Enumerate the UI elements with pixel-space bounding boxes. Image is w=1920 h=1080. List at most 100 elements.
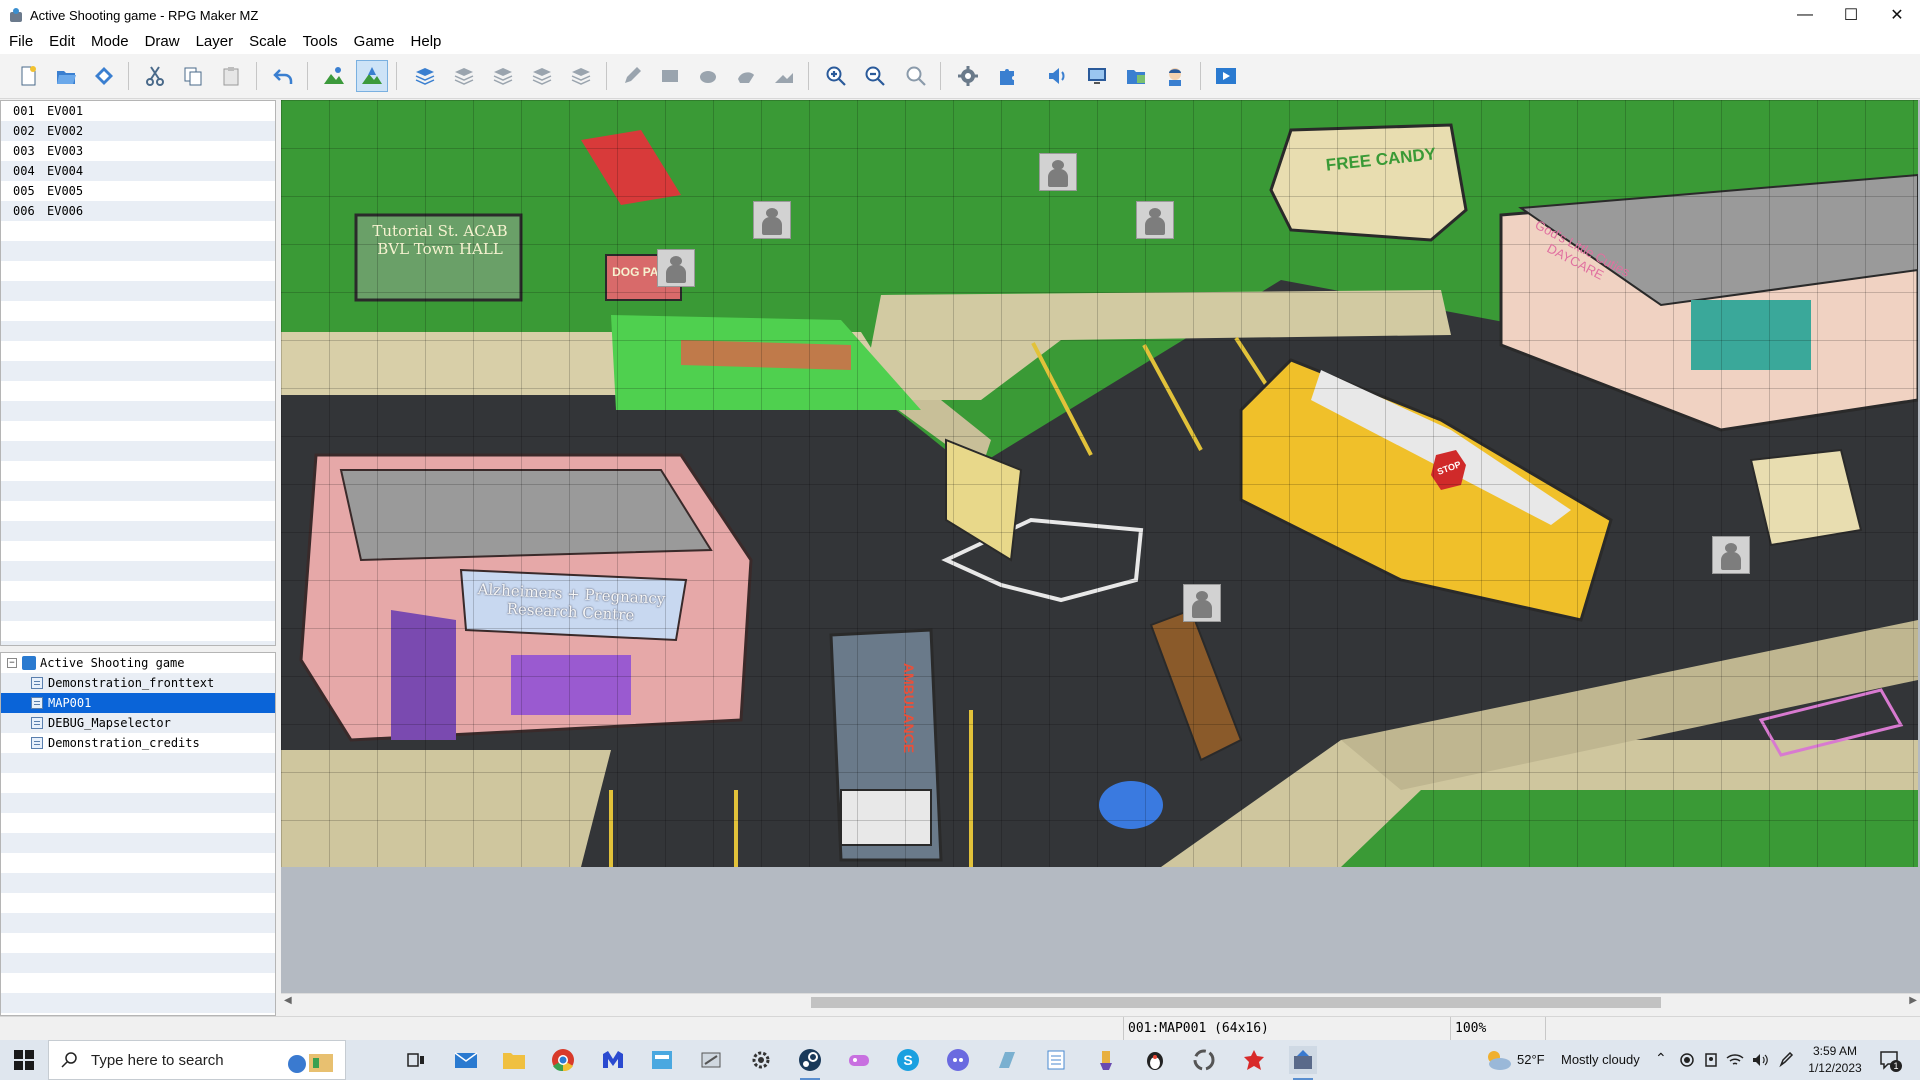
plugin-manager-button[interactable] xyxy=(991,60,1023,92)
clock-time[interactable]: 3:59 AM xyxy=(1810,1044,1860,1058)
event-marker[interactable] xyxy=(753,201,791,239)
event-mode-button[interactable] xyxy=(356,60,388,92)
weather-description[interactable]: Mostly cloudy xyxy=(1561,1052,1640,1067)
tray-record-icon[interactable] xyxy=(1679,1052,1695,1068)
menu-edit[interactable]: Edit xyxy=(41,30,83,54)
flood-fill-tool-button[interactable] xyxy=(730,60,762,92)
menu-help[interactable]: Help xyxy=(403,30,450,54)
menu-tools[interactable]: Tools xyxy=(295,30,346,54)
taskbar-search-box[interactable]: Type here to search xyxy=(48,1040,346,1080)
layer-3-button[interactable] xyxy=(487,60,519,92)
minimize-button[interactable]: — xyxy=(1782,0,1828,30)
taskbar-game-app[interactable] xyxy=(845,1046,873,1074)
tray-overflow-chevron-icon[interactable]: ⌃ xyxy=(1655,1050,1667,1067)
pencil-tool-button[interactable] xyxy=(616,60,648,92)
taskbar-paint-app[interactable] xyxy=(1092,1046,1120,1074)
layer-auto-button[interactable] xyxy=(565,60,597,92)
playtest-button[interactable] xyxy=(1210,60,1242,92)
event-list-item[interactable]: 006 EV006 xyxy=(13,201,83,221)
map-tree-item[interactable]: DEBUG_Mapselector xyxy=(1,713,275,733)
maximize-button[interactable]: ☐ xyxy=(1828,0,1874,30)
taskbar-settings[interactable] xyxy=(747,1046,775,1074)
clock-date[interactable]: 1/12/2023 xyxy=(1805,1061,1865,1075)
taskbar-mail[interactable] xyxy=(452,1046,480,1074)
map-editor-area[interactable]: Tutorial St. ACAB BVL Town HALL DOG PARK… xyxy=(281,100,1920,1011)
taskbar-rpg-maker[interactable] xyxy=(1289,1046,1317,1080)
scroll-left-icon[interactable]: ◀ xyxy=(284,995,292,1006)
taskbar-skype[interactable]: S xyxy=(894,1046,922,1074)
weather-temperature[interactable]: 52°F xyxy=(1517,1052,1545,1067)
zoom-out-button[interactable] xyxy=(859,60,891,92)
horizontal-scrollbar[interactable]: ◀ ▶ xyxy=(281,993,1920,1011)
menu-layer[interactable]: Layer xyxy=(188,30,242,54)
open-project-button[interactable] xyxy=(50,60,82,92)
scrollbar-thumb[interactable] xyxy=(811,997,1661,1008)
start-button[interactable] xyxy=(10,1046,38,1074)
shadow-pen-tool-button[interactable] xyxy=(768,60,800,92)
tray-webcam-icon[interactable] xyxy=(1703,1052,1719,1068)
task-view-icon xyxy=(407,1053,424,1067)
layer-1-button[interactable] xyxy=(409,60,441,92)
menu-scale[interactable]: Scale xyxy=(241,30,295,54)
close-button[interactable]: ✕ xyxy=(1874,0,1920,30)
taskbar-app-blue[interactable] xyxy=(648,1046,676,1074)
menu-file[interactable]: File xyxy=(0,30,41,54)
taskbar-malwarebytes[interactable] xyxy=(599,1046,627,1074)
database-button[interactable] xyxy=(952,60,984,92)
taskbar-snipping[interactable] xyxy=(697,1046,725,1074)
menu-draw[interactable]: Draw xyxy=(137,30,188,54)
event-marker[interactable] xyxy=(1136,201,1174,239)
taskbar-chrome[interactable] xyxy=(549,1046,577,1074)
copy-button[interactable] xyxy=(177,60,209,92)
event-list-item[interactable]: 002 EV002 xyxy=(13,121,83,141)
taskbar-character-app[interactable] xyxy=(1141,1046,1169,1074)
taskbar-notepad[interactable] xyxy=(1042,1046,1070,1074)
rpg-maker-icon xyxy=(1294,1050,1312,1069)
event-list-item[interactable]: 003 EV003 xyxy=(13,141,83,161)
task-view-button[interactable] xyxy=(402,1046,430,1074)
layer-2-button[interactable] xyxy=(448,60,480,92)
undo-button[interactable] xyxy=(267,60,299,92)
sound-test-button[interactable] xyxy=(1041,60,1073,92)
paste-button[interactable] xyxy=(215,60,247,92)
zoom-in-button[interactable] xyxy=(820,60,852,92)
taskbar-discord[interactable] xyxy=(944,1046,972,1074)
weather-cloud-icon xyxy=(1488,1051,1511,1070)
event-list-item[interactable]: 005 EV005 xyxy=(13,181,83,201)
taskbar-steam[interactable] xyxy=(796,1046,824,1080)
event-marker[interactable] xyxy=(1712,536,1750,574)
event-searcher-button[interactable] xyxy=(1081,60,1113,92)
taskbar-red-app[interactable] xyxy=(1240,1046,1268,1074)
map-tree-item-selected[interactable]: MAP001 xyxy=(1,693,275,713)
project-tree-root[interactable]: − Active Shooting game xyxy=(1,653,275,673)
cut-button[interactable] xyxy=(139,60,171,92)
map-mode-button[interactable] xyxy=(318,60,350,92)
taskbar-sync-app[interactable] xyxy=(1190,1046,1218,1074)
pen-workspace-icon[interactable] xyxy=(1778,1052,1794,1068)
event-list-item[interactable]: 001 EV001 xyxy=(13,101,83,121)
event-marker[interactable] xyxy=(1183,584,1221,622)
event-marker[interactable] xyxy=(1039,153,1077,191)
layer-4-button[interactable] xyxy=(526,60,558,92)
status-map-info: 001:MAP001 (64x16) xyxy=(1123,1017,1269,1041)
ellipse-tool-button[interactable] xyxy=(692,60,724,92)
menu-mode[interactable]: Mode xyxy=(83,30,137,54)
character-generator-button[interactable] xyxy=(1159,60,1191,92)
event-list-item[interactable]: 004 EV004 xyxy=(13,161,83,181)
taskbar-file-explorer[interactable] xyxy=(500,1046,528,1074)
volume-icon[interactable] xyxy=(1751,1052,1769,1068)
event-marker[interactable] xyxy=(657,249,695,287)
taskbar-app-doc[interactable] xyxy=(993,1046,1021,1074)
menu-game[interactable]: Game xyxy=(346,30,403,54)
new-project-button[interactable] xyxy=(12,60,44,92)
collapse-toggle-icon[interactable]: − xyxy=(7,658,17,668)
map-tree-item[interactable]: Demonstration_credits xyxy=(1,733,275,753)
actual-size-button[interactable] xyxy=(900,60,932,92)
save-project-button[interactable] xyxy=(88,60,120,92)
rectangle-tool-button[interactable] xyxy=(654,60,686,92)
resource-manager-button[interactable] xyxy=(1120,60,1152,92)
map-tree-item[interactable]: Demonstration_fronttext xyxy=(1,673,275,693)
scroll-right-icon[interactable]: ▶ xyxy=(1909,995,1917,1006)
map-canvas[interactable]: Tutorial St. ACAB BVL Town HALL DOG PARK… xyxy=(281,100,1918,867)
wifi-icon[interactable] xyxy=(1726,1052,1744,1068)
